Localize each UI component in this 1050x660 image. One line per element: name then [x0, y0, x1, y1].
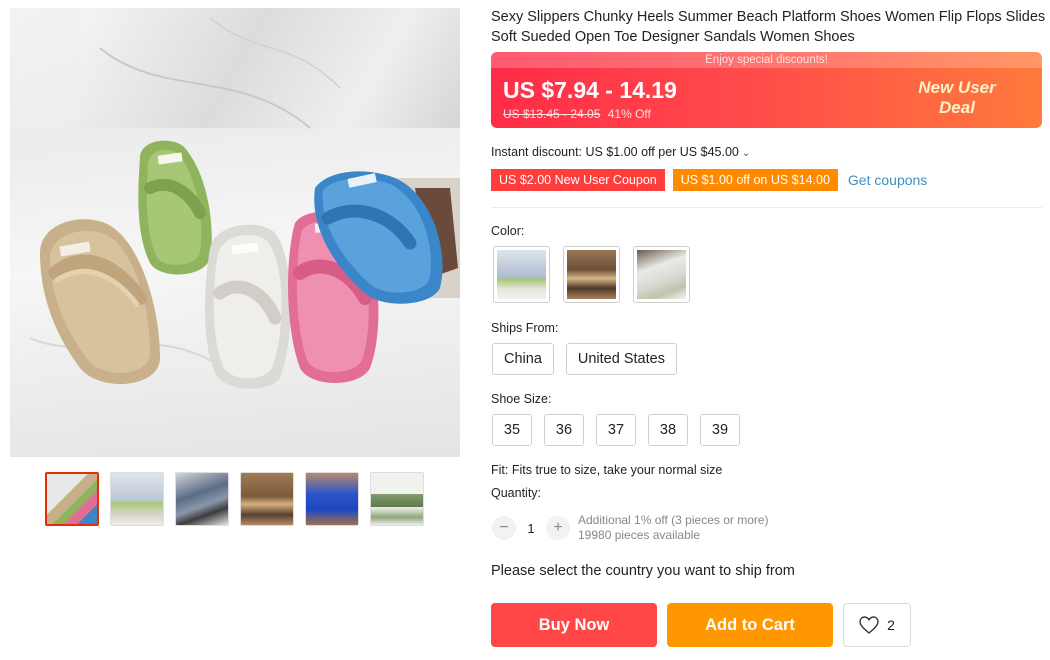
quantity-value[interactable]: 1 — [516, 521, 546, 536]
wishlist-count: 2 — [887, 617, 895, 633]
fit-note: Fit: Fits true to size, take your normal… — [491, 463, 723, 477]
original-price-row: US $13.45 - 24.05 41% Off — [503, 107, 651, 121]
thumbnail-2[interactable] — [110, 472, 164, 526]
price-range: US $7.94 - 14.19 — [503, 77, 677, 103]
ship-country-prompt: Please select the country you want to sh… — [491, 563, 795, 579]
beige-sandal — [40, 219, 160, 385]
shoe-size-options: 35 36 37 38 39 — [492, 414, 740, 446]
deal-line-2: Deal — [939, 98, 975, 117]
new-user-coupon[interactable]: US $2.00 New User Coupon — [489, 169, 665, 191]
chevron-down-icon: ⌄ — [741, 148, 751, 159]
heart-icon — [859, 616, 879, 634]
size-option-36[interactable]: 36 — [544, 414, 584, 446]
shoe-size-label: Shoe Size: — [491, 392, 552, 406]
thumbnail-1[interactable] — [45, 472, 99, 526]
color-option-3[interactable] — [633, 246, 690, 303]
thumbnail-3[interactable] — [175, 472, 229, 526]
price-panel: Enjoy special discounts! US $7.94 - 14.1… — [491, 52, 1042, 128]
stock-available: 19980 pieces available — [578, 528, 701, 542]
main-product-image[interactable] — [10, 8, 460, 457]
size-option-39[interactable]: 39 — [700, 414, 740, 446]
color-label: Color: — [491, 224, 525, 238]
size-option-35[interactable]: 35 — [492, 414, 532, 446]
ship-option-china[interactable]: China — [492, 343, 554, 375]
get-coupons-link[interactable]: Get coupons — [848, 172, 927, 188]
size-option-37[interactable]: 37 — [596, 414, 636, 446]
store-coupon[interactable]: US $1.00 off on US $14.00 — [670, 169, 838, 191]
quantity-label: Quantity: — [491, 486, 542, 500]
size-option-38[interactable]: 38 — [648, 414, 688, 446]
instant-discount[interactable]: Instant discount: US $1.00 off per US $4… — [491, 145, 750, 159]
color-options — [493, 246, 690, 303]
thumbnail-6[interactable] — [370, 472, 424, 526]
green-sandal — [138, 140, 212, 275]
product-title: Sexy Slippers Chunky Heels Summer Beach … — [491, 9, 1046, 45]
promo-banner: Enjoy special discounts! — [491, 52, 1042, 68]
deal-line-1: New User — [918, 78, 996, 97]
add-to-cart-button[interactable]: Add to Cart — [667, 603, 833, 647]
quantity-stepper: − 1 + Additional 1% off (3 pieces or mor… — [492, 513, 769, 543]
ship-option-united-states[interactable]: United States — [565, 343, 677, 375]
thumbnail-5[interactable] — [305, 472, 359, 526]
decrement-button[interactable]: − — [492, 516, 516, 540]
original-price: US $13.45 - 24.05 — [503, 107, 601, 121]
wishlist-button[interactable]: 2 — [843, 603, 911, 647]
buy-now-button[interactable]: Buy Now — [491, 603, 657, 647]
white-sandal — [205, 224, 291, 389]
color-option-2[interactable] — [563, 246, 620, 303]
color-option-1[interactable] — [493, 246, 550, 303]
sandals-illustration — [29, 17, 460, 389]
ships-from-options: China United States — [492, 343, 677, 375]
action-buttons: Buy Now Add to Cart 2 — [491, 603, 911, 647]
ships-from-label: Ships From: — [491, 321, 559, 335]
thumbnail-strip — [45, 472, 424, 526]
bulk-discount-note: Additional 1% off (3 pieces or more) — [578, 513, 769, 527]
divider — [491, 207, 1042, 208]
instant-discount-text: Instant discount: US $1.00 off per US $4… — [491, 145, 739, 159]
discount-percent: 41% Off — [607, 107, 651, 121]
increment-button[interactable]: + — [546, 516, 570, 540]
new-user-deal-badge: New User Deal — [902, 78, 1012, 118]
coupon-row: US $2.00 New User Coupon US $1.00 off on… — [489, 169, 927, 191]
thumbnail-4[interactable] — [240, 472, 294, 526]
quantity-note: Additional 1% off (3 pieces or more) 199… — [578, 513, 769, 543]
